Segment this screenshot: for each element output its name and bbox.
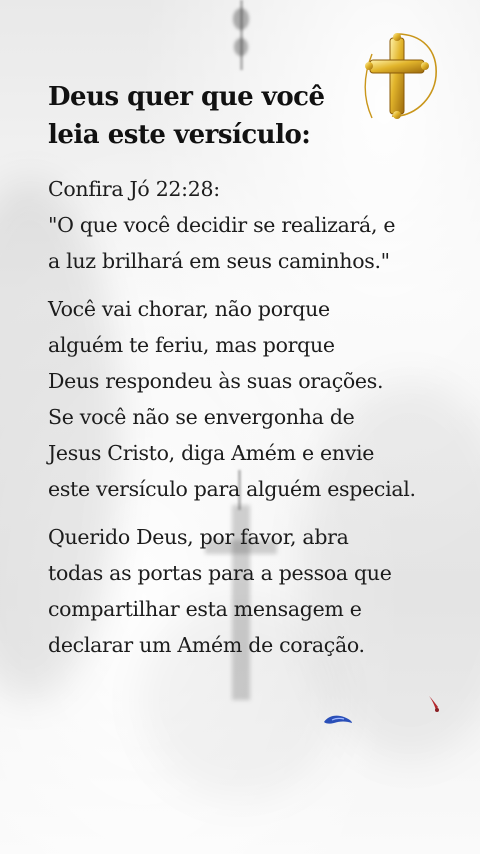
message-paragraph: Você vai chorar, não porque alguém te fe… (48, 297, 416, 501)
blue-mark-icon (324, 715, 352, 724)
page-title: Deus quer que você leia este versículo: (48, 82, 325, 150)
prayer-paragraph: Querido Deus, por favor, abra todas as p… (48, 525, 392, 657)
message-card: Deus quer que você leia este versículo: … (48, 78, 448, 663)
red-mark-icon (429, 696, 439, 712)
verse-paragraph: Confira Jó 22:28: "O que você decidir se… (48, 177, 396, 273)
